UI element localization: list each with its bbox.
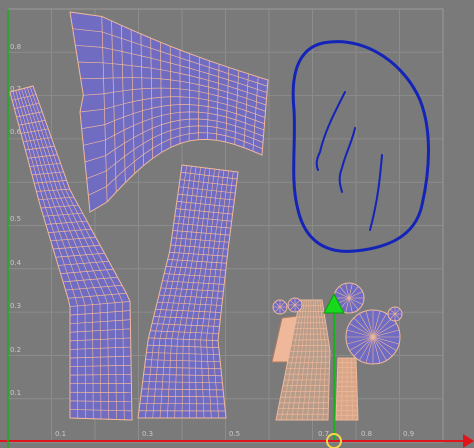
uv-island-narrow-strip[interactable] bbox=[335, 357, 359, 421]
x-tick-label: 0.8 bbox=[361, 430, 372, 438]
x-tick-label: 0.1 bbox=[55, 430, 66, 438]
uv-editor-viewport[interactable]: 0.8 0.7 0.6 0.5 0.4 0.3 0.2 0.1 0.1 0.3 … bbox=[0, 0, 474, 448]
x-tick-label: 0.9 bbox=[403, 430, 414, 438]
x-tick-label: 0.3 bbox=[142, 430, 153, 438]
uv-canvas[interactable]: 0.8 0.7 0.6 0.5 0.4 0.3 0.2 0.1 0.1 0.3 … bbox=[0, 0, 474, 448]
y-tick-label: 0.2 bbox=[10, 346, 21, 354]
y-tick-label: 0.8 bbox=[10, 43, 21, 51]
y-tick-label: 0.5 bbox=[10, 215, 21, 223]
uv-island-disc-tiny[interactable] bbox=[387, 306, 403, 322]
y-tick-label: 0.1 bbox=[10, 389, 21, 397]
y-tick-label: 0.3 bbox=[10, 302, 21, 310]
x-tick-label: 0.5 bbox=[229, 430, 240, 438]
uv-island-disc-small[interactable] bbox=[272, 299, 288, 315]
y-tick-label: 0.4 bbox=[10, 259, 22, 267]
uv-island-disc-small[interactable] bbox=[287, 297, 303, 313]
